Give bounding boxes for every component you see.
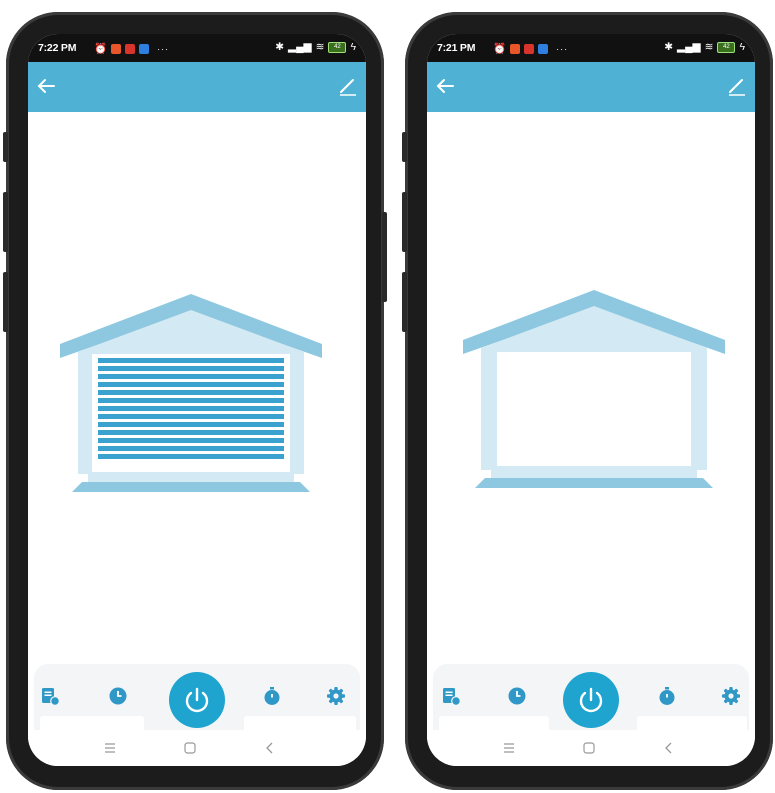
menu-icon[interactable] (501, 740, 517, 756)
screen: 7:22 PM ⏰ ··· ✱ ▂▄▆ ≋ 42 ϟ (28, 34, 366, 766)
pencil-icon[interactable] (725, 74, 749, 98)
settings-icon[interactable] (721, 686, 741, 706)
signal-icon: ▂▄▆ (677, 41, 701, 53)
app-notification-icon (139, 43, 150, 54)
timer-icon[interactable] (657, 686, 677, 706)
status-bar: 7:22 PM ⏰ ··· ✱ ▂▄▆ ≋ 42 ϟ (28, 34, 366, 62)
battery-icon: 42 (328, 41, 347, 53)
bluetooth-icon: ✱ (275, 41, 285, 53)
garage-closed-illustration (60, 294, 322, 492)
more-notifications: ··· (157, 43, 170, 54)
side-button (402, 272, 407, 332)
back-chevron-icon[interactable] (262, 740, 278, 756)
settings-icon[interactable] (326, 686, 346, 706)
log-icon[interactable] (40, 686, 60, 706)
charging-icon: ϟ (350, 41, 356, 53)
schedule-icon[interactable] (507, 686, 527, 706)
pencil-icon[interactable] (336, 74, 360, 98)
bluetooth-icon: ✱ (664, 41, 674, 53)
charging-icon: ϟ (739, 41, 745, 53)
home-icon[interactable] (581, 740, 597, 756)
app-notification-icon (111, 43, 122, 54)
status-bar: 7:21 PM ⏰ ··· ✱ ▂▄▆ ≋ 42 ϟ (427, 34, 755, 62)
more-notifications: ··· (556, 43, 569, 54)
side-button (3, 272, 8, 332)
system-nav-bar (28, 730, 366, 766)
wifi-icon: ≋ (704, 41, 714, 53)
alarm-icon: ⏰ (493, 43, 507, 55)
screen: 7:21 PM ⏰ ··· ✱ ▂▄▆ ≋ 42 ϟ (427, 34, 755, 766)
alarm-icon: ⏰ (94, 43, 108, 55)
status-icons: ✱ ▂▄▆ ≋ 42 ϟ (275, 41, 356, 53)
app-notification-icon (510, 43, 521, 54)
power-icon (185, 687, 209, 713)
side-button (3, 192, 8, 252)
side-button (402, 132, 407, 162)
signal-icon: ▂▄▆ (288, 41, 312, 53)
app-bar (28, 62, 366, 112)
app-notification-icon (538, 43, 549, 54)
side-button (402, 192, 407, 252)
home-icon[interactable] (182, 740, 198, 756)
log-icon[interactable] (441, 686, 461, 706)
notification-icons: ⏰ ··· (94, 42, 169, 55)
menu-icon[interactable] (102, 740, 118, 756)
app-notification-icon (125, 43, 136, 54)
garage-opening (497, 352, 691, 470)
phone-right: 7:21 PM ⏰ ··· ✱ ▂▄▆ ≋ 42 ϟ (402, 12, 773, 790)
timer-icon[interactable] (262, 686, 282, 706)
status-icons: ✱ ▂▄▆ ≋ 42 ϟ (664, 41, 745, 53)
status-time: 7:21 PM (437, 42, 476, 54)
notification-icons: ⏰ ··· (493, 42, 568, 55)
garage-door (98, 358, 284, 464)
app-bar (427, 62, 755, 112)
power-button[interactable] (169, 672, 225, 728)
garage-open-illustration (463, 290, 725, 488)
app-notification-icon (524, 43, 535, 54)
wifi-icon: ≋ (315, 41, 325, 53)
phone-left: 7:22 PM ⏰ ··· ✱ ▂▄▆ ≋ 42 ϟ (3, 12, 387, 790)
power-side-button (382, 212, 387, 302)
arrow-left-icon[interactable] (433, 74, 457, 98)
status-time: 7:22 PM (38, 42, 77, 54)
system-nav-bar (427, 730, 755, 766)
arrow-left-icon[interactable] (34, 74, 58, 98)
power-button[interactable] (563, 672, 619, 728)
power-icon (579, 687, 603, 713)
battery-icon: 42 (717, 41, 736, 53)
schedule-icon[interactable] (108, 686, 128, 706)
back-chevron-icon[interactable] (661, 740, 677, 756)
side-button (3, 132, 8, 162)
